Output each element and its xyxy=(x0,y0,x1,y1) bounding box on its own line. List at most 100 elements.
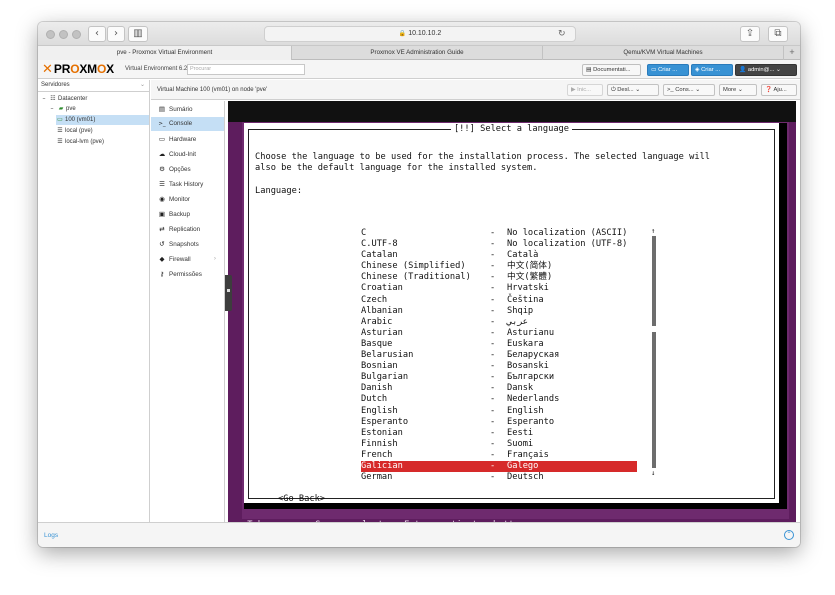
language-option[interactable]: English - English xyxy=(361,406,637,417)
language-list[interactable]: C - No localization (ASCII) C.UTF-8- No loca… xyxy=(361,228,637,483)
new-tab-icon[interactable]: + xyxy=(784,46,800,60)
language-option[interactable]: Finnish - Suomi xyxy=(361,439,637,450)
tree-item-node-pve[interactable]: – ▰ pve xyxy=(48,104,76,114)
language-separator: - xyxy=(490,305,496,316)
vm-icon: ▭ xyxy=(57,116,63,123)
user-menu-button[interactable]: 👤 admin@... ⌄ xyxy=(735,64,797,76)
back-icon[interactable]: ‹ xyxy=(88,26,106,42)
tab-admin-guide[interactable]: Proxmox VE Administration Guide xyxy=(292,46,543,60)
tab-qemu-kvm[interactable]: Qemu/KVM Virtual Machines xyxy=(543,46,784,60)
installer-screen[interactable]: [!!] Select a language Choose the langua… xyxy=(242,122,789,530)
go-back-button[interactable]: <Go Back> xyxy=(278,494,325,505)
address-bar[interactable]: 🔒 10.10.10.2 xyxy=(264,26,576,42)
help-button[interactable]: ❓ Aju... xyxy=(761,84,797,96)
cloud-icon: ☁ xyxy=(158,150,166,158)
language-option[interactable]: Albanian - Shqip xyxy=(361,306,637,317)
language-option[interactable]: C.UTF-8 - No localization (UTF-8) xyxy=(361,239,637,250)
tab-proxmox[interactable]: pve - Proxmox Virtual Environment xyxy=(38,46,292,60)
language-option[interactable]: Chinese (Simplified) - 中文(简体) xyxy=(361,261,637,272)
language-name: English xyxy=(361,405,398,416)
nav-item-options[interactable]: ⚙ Opções xyxy=(151,162,224,176)
view-selector[interactable]: Servidores ⌄ xyxy=(38,80,149,92)
language-name: French xyxy=(361,449,393,460)
language-option[interactable]: Basque - Euskara xyxy=(361,339,637,350)
documentation-button[interactable]: ▤ Documentati... xyxy=(582,64,641,76)
scrollbar-thumb[interactable] xyxy=(652,326,656,332)
language-scrollbar[interactable] xyxy=(652,236,656,468)
language-option[interactable]: C - No localization (ASCII) xyxy=(361,228,637,239)
language-separator: - xyxy=(490,350,496,361)
chevron-down-icon: ⌄ xyxy=(775,67,781,73)
scroll-up-icon[interactable]: ↑ xyxy=(651,227,655,235)
language-option[interactable]: French - Français xyxy=(361,450,637,461)
language-name: Czech xyxy=(361,294,388,305)
nav-item-task-history[interactable]: ☰ Task History xyxy=(151,177,224,191)
language-option[interactable]: Catalan - Català xyxy=(361,250,637,261)
nav-item-backup[interactable]: ▣ Backup xyxy=(151,207,224,221)
proxmox-x-icon: ✕ xyxy=(42,62,53,77)
language-name: C xyxy=(361,228,367,238)
language-option[interactable]: Asturian - Asturianu xyxy=(361,328,637,339)
tree-item-storage-local-lvm[interactable]: ☰ local-lvm (pve) xyxy=(56,137,104,147)
scroll-down-icon[interactable]: ↓ xyxy=(651,469,655,477)
create-ct-button[interactable]: ◈ Criar ... xyxy=(691,64,733,76)
search-input[interactable]: Procurar xyxy=(187,64,305,75)
storage-icon: ☰ xyxy=(57,127,63,134)
logs-panel[interactable]: Logs ⌃ xyxy=(38,522,800,547)
language-option[interactable]: Bosnian - Bosanski xyxy=(361,361,637,372)
console-button[interactable]: >_ Cons... ⌄ xyxy=(663,84,715,96)
language-option[interactable]: Czech - Čeština xyxy=(361,295,637,306)
language-option[interactable]: Galician - Galego xyxy=(361,460,637,473)
language-option[interactable]: Croatian - Hrvatski xyxy=(361,283,637,294)
collapse-panel-handle[interactable] xyxy=(225,275,232,311)
expand-logs-icon[interactable]: ⌃ xyxy=(784,530,794,540)
language-native-name: Hrvatski xyxy=(507,283,549,294)
tree-item-vm-100[interactable]: ▭ 100 (vm01) xyxy=(56,115,149,125)
nav-item-hardware[interactable]: ▭ Hardware xyxy=(151,132,224,146)
console-top-bar xyxy=(228,101,796,122)
nav-item-permissions[interactable]: ⚷ Permissões xyxy=(151,267,224,281)
language-separator: - xyxy=(490,361,496,372)
close-window-button[interactable] xyxy=(46,30,55,39)
nav-item-cloud-init[interactable]: ☁ Cloud-Init xyxy=(151,147,224,161)
nav-item-console[interactable]: >_ Console xyxy=(151,117,224,131)
language-option[interactable]: Danish - Dansk xyxy=(361,383,637,394)
nav-item-monitor[interactable]: ◉ Monitor xyxy=(151,192,224,206)
permissions-key-icon: ⚷ xyxy=(159,270,165,278)
share-icon[interactable]: ⇪ xyxy=(740,26,760,42)
tabs-overview-icon[interactable]: ⧉ xyxy=(768,26,788,42)
chevron-down-icon: ⌄ xyxy=(139,82,145,88)
minimize-window-button[interactable] xyxy=(59,30,68,39)
language-option[interactable]: Arabic - عربي xyxy=(361,317,637,328)
nav-item-summary[interactable]: ▤ Sumário xyxy=(151,102,224,116)
vm-console[interactable]: [!!] Select a language Choose the langua… xyxy=(228,101,796,530)
language-option[interactable]: Belarusian - Беларуская xyxy=(361,350,637,361)
start-button[interactable]: ▶ Inic... xyxy=(567,84,603,96)
language-native-name: Eesti xyxy=(507,427,534,438)
language-option[interactable]: Bulgarian - Български xyxy=(361,372,637,383)
console-icon: >_ xyxy=(158,121,166,127)
resource-tree: Servidores ⌄ – ☷ Datacenter – ▰ pve ▭ 100 (vm… xyxy=(38,80,150,522)
language-native-name: Euskara xyxy=(507,338,544,349)
language-option[interactable]: Chinese (Traditional) - 中文(繁體) xyxy=(361,272,637,283)
tree-item-datacenter[interactable]: – ☷ Datacenter xyxy=(40,94,88,104)
zoom-window-button[interactable] xyxy=(72,30,81,39)
sidebar-toggle-icon[interactable]: ▥ xyxy=(128,26,148,42)
language-option[interactable]: German - Deutsch xyxy=(361,472,637,483)
language-separator: - xyxy=(490,338,496,349)
language-option[interactable]: Dutch - Nederlands xyxy=(361,394,637,405)
hardware-icon: ▭ xyxy=(158,135,166,143)
tree-item-storage-local[interactable]: ☰ local (pve) xyxy=(56,126,92,136)
create-vm-button[interactable]: ▭ Criar ... xyxy=(647,64,689,76)
forward-icon[interactable]: › xyxy=(107,26,125,42)
language-option[interactable]: Esperanto - Esperanto xyxy=(361,417,637,428)
language-option[interactable]: Estonian - Eesti xyxy=(361,428,637,439)
terminal-icon: >_ xyxy=(667,87,674,93)
nav-item-replication[interactable]: ⇄ Replication xyxy=(151,222,224,236)
language-native-name: Français xyxy=(507,449,549,460)
nav-item-snapshots[interactable]: ↺ Snapshots xyxy=(151,237,224,251)
reload-icon[interactable]: ↻ xyxy=(558,26,566,42)
more-button[interactable]: More ⌄ xyxy=(719,84,757,96)
shutdown-button[interactable]: ⏻ Desl... ⌄ xyxy=(607,84,659,96)
nav-item-firewall[interactable]: ◆ Firewall › xyxy=(151,252,224,266)
